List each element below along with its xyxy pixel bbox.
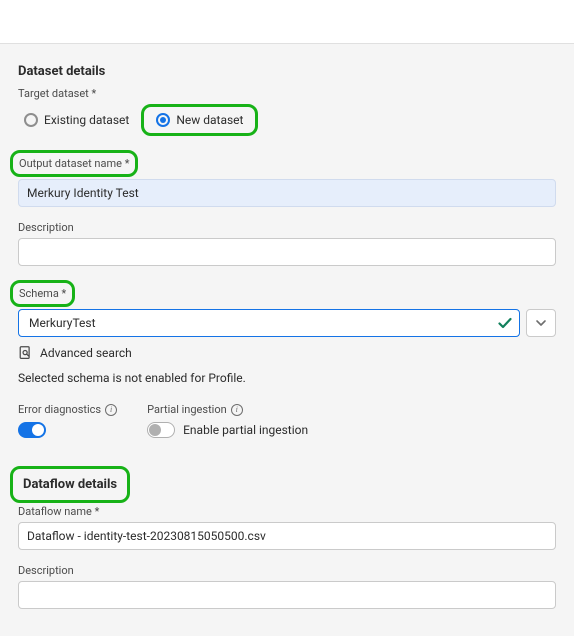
advanced-search-link[interactable]: Advanced search [18,345,556,361]
radio-checked-icon [156,113,170,127]
search-doc-icon [18,345,34,361]
info-icon[interactable]: i [231,404,243,416]
target-dataset-label: Target dataset * [18,87,556,100]
info-icon[interactable]: i [105,404,117,416]
output-dataset-name-label: Output dataset name * [19,157,129,170]
chevron-down-icon [535,317,547,329]
dataset-description-label: Description [18,221,556,234]
schema-profile-note: Selected schema is not enabled for Profi… [18,371,556,385]
error-diagnostics-toggle[interactable] [18,422,46,438]
top-bar [0,0,574,44]
schema-combobox[interactable] [18,309,520,337]
schema-label: Schema * [19,287,66,300]
dataflow-description-label: Description [18,564,556,577]
dataflow-description-input[interactable] [18,581,556,609]
error-diagnostics-label: Error diagnostics [18,403,101,416]
partial-ingestion-text: Enable partial ingestion [183,423,308,437]
schema-dropdown-button[interactable] [526,309,556,337]
radio-unchecked-icon [24,113,38,127]
dataflow-name-input[interactable] [18,522,556,550]
radio-existing-dataset[interactable]: Existing dataset [18,109,135,131]
schema-input[interactable] [27,315,491,331]
dataset-description-input[interactable] [18,238,556,266]
partial-ingestion-label: Partial ingestion [147,403,227,416]
partial-ingestion-toggle[interactable] [147,422,175,438]
checkmark-icon [497,315,513,331]
dataflow-details-title: Dataflow details [23,477,117,492]
radio-new-dataset[interactable]: New dataset [150,109,249,131]
dataset-details-title: Dataset details [18,64,556,79]
dataflow-name-label: Dataflow name * [18,505,556,518]
output-dataset-name-input[interactable] [18,179,556,207]
